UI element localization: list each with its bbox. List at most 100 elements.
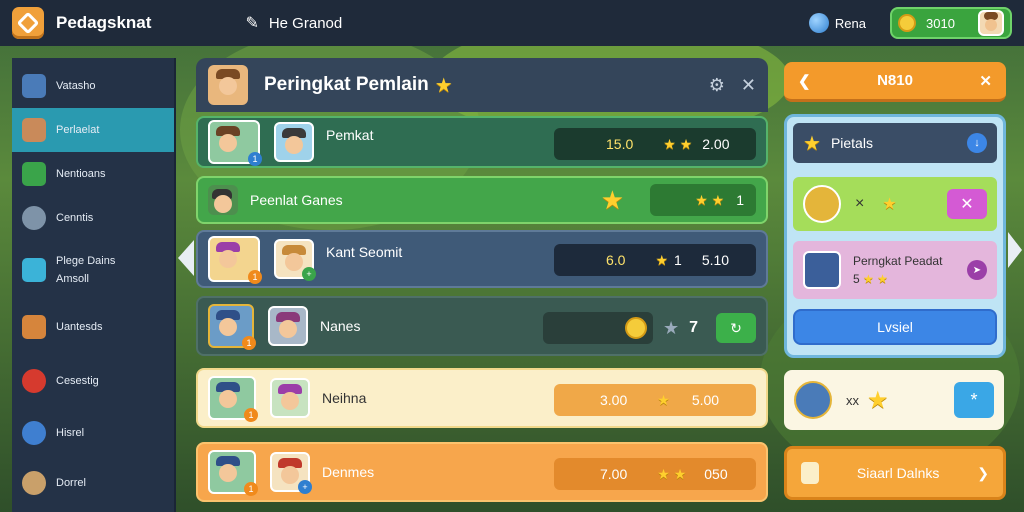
user-label[interactable]: Rena bbox=[835, 16, 866, 31]
star-icon: ★ ★ bbox=[695, 191, 725, 208]
leaderboard-row[interactable]: 1 Pemkat 15.0 ★ ★ 2.00 bbox=[196, 116, 768, 168]
navigator-label: N810 bbox=[877, 72, 913, 89]
leaderboard-row[interactable]: 1 + Kant Seomit 6.0 ★ 1 5.10 bbox=[196, 230, 768, 288]
smiley-coin-icon bbox=[624, 317, 647, 339]
leaderboard-row[interactable]: 1 Neihna 3.00 ★ 5.00 bbox=[196, 368, 768, 428]
chevron-left-icon[interactable]: ❮ bbox=[798, 72, 811, 90]
star-icon: ★ bbox=[434, 74, 453, 97]
coin-balance[interactable]: 3010 bbox=[890, 7, 1012, 39]
player-avatar: 1 bbox=[208, 450, 258, 496]
reward-card[interactable]: Perngkat Peadat 5 ★ ★ ➤ bbox=[793, 241, 997, 299]
sidebar-item[interactable]: Plege Dains Amsoll bbox=[12, 240, 174, 300]
player-avatar: + bbox=[270, 452, 312, 494]
details-header: ★ Pietals ↓ bbox=[793, 123, 997, 163]
sidebar-item[interactable]: Cesestig bbox=[12, 354, 174, 408]
sidebar-icon bbox=[22, 206, 46, 230]
sidebar-icon bbox=[22, 421, 46, 445]
player-points: 1 bbox=[736, 192, 744, 208]
sidebar-item[interactable]: Hisrel bbox=[12, 408, 174, 458]
start-button-label: Siaarl Dalnks bbox=[856, 465, 940, 481]
sidebar-icon bbox=[22, 118, 46, 142]
player-name: Denmes bbox=[322, 464, 375, 480]
reward-image bbox=[803, 251, 841, 289]
coin-icon bbox=[898, 14, 916, 32]
close-icon[interactable]: ✕ bbox=[979, 72, 992, 90]
panel-avatar bbox=[208, 65, 248, 105]
sidebar-icon bbox=[22, 471, 46, 495]
star-icon: ★ ★ bbox=[663, 135, 693, 152]
bonus-card[interactable]: xx ★ * bbox=[784, 370, 1004, 430]
reward-title: Perngkat Peadat bbox=[853, 254, 943, 268]
sidebar-item[interactable]: Nentioans bbox=[12, 152, 174, 196]
player-avatar bbox=[268, 306, 308, 346]
sidebar-item[interactable]: Cenntis bbox=[12, 196, 174, 240]
sidebar-item-label: Vatasho bbox=[56, 80, 96, 92]
player-avatar bbox=[208, 185, 238, 215]
score-pill: 7.00 ★ ★ 050 bbox=[554, 458, 756, 490]
app-logo bbox=[12, 7, 44, 39]
player-points: 2.00 bbox=[702, 136, 730, 152]
score-pill bbox=[542, 312, 653, 344]
player-points: 050 bbox=[704, 466, 728, 482]
player-avatar: 1 bbox=[208, 304, 256, 350]
leaderboard-row[interactable]: 1 Nanes ★ 7 ↻ bbox=[196, 296, 768, 356]
player-name: Pemkat bbox=[326, 127, 374, 143]
coin-value: 3010 bbox=[926, 15, 955, 31]
start-button[interactable]: Siaarl Dalnks ❯ bbox=[784, 446, 1006, 500]
sidebar-item-label: Hisrel bbox=[56, 427, 85, 439]
player-name: Neihna bbox=[322, 390, 367, 406]
player-avatar bbox=[274, 122, 314, 162]
add-button[interactable]: * bbox=[954, 382, 994, 418]
close-icon[interactable]: ✕ bbox=[741, 75, 756, 96]
player-avatar bbox=[803, 185, 841, 223]
scroll-left-arrow-icon[interactable] bbox=[178, 240, 194, 276]
player-rank: 1 bbox=[674, 252, 682, 268]
share-icon[interactable]: ➤ bbox=[967, 260, 987, 280]
player-score: 7.00 bbox=[600, 466, 628, 482]
gear-icon[interactable]: ⚙ bbox=[709, 75, 725, 96]
level-button[interactable]: Lvsiel bbox=[793, 309, 997, 345]
sidebar-item-label: Dorrel bbox=[56, 477, 86, 489]
scroll-right-arrow-icon[interactable] bbox=[1008, 232, 1022, 268]
sidebar-icon bbox=[22, 369, 46, 393]
reward-card[interactable]: × ★ ✕ bbox=[793, 177, 997, 231]
profile-avatar[interactable] bbox=[978, 10, 1004, 36]
globe-icon[interactable] bbox=[808, 13, 829, 33]
refresh-button[interactable]: ↻ bbox=[716, 313, 756, 343]
bag-icon bbox=[801, 462, 819, 484]
player-points: 5.00 bbox=[691, 392, 720, 408]
player-score: 6.0 bbox=[606, 252, 626, 268]
remove-button[interactable]: ✕ bbox=[947, 189, 987, 219]
sidebar: Vatasho Perlaelat Nentioans Cenntis Pleg… bbox=[12, 58, 176, 512]
star-icon: ★ bbox=[867, 386, 889, 414]
app-title: Pedagsknat bbox=[56, 13, 152, 32]
navigator-bar: ❮ N810 ✕ bbox=[784, 62, 1006, 102]
sidebar-item[interactable]: Uantesds bbox=[12, 300, 174, 354]
leaderboard-row[interactable]: Peenlat Ganes ★ ★ ★ 1 bbox=[196, 176, 768, 224]
edit-icon[interactable]: ✎ bbox=[245, 13, 258, 33]
sidebar-icon bbox=[22, 162, 46, 186]
score-pill: ★ ★ 1 bbox=[650, 184, 756, 216]
star-icon: ★ ★ bbox=[863, 272, 888, 286]
sidebar-item-active[interactable]: Perlaelat bbox=[12, 108, 174, 152]
star-icon: ★ bbox=[662, 317, 680, 338]
leaderboard-panel: Peringkat Pemlain ★ ⚙ ✕ 1 Pemkat 15.0 ★ … bbox=[196, 58, 768, 512]
star-icon: ★ bbox=[657, 391, 670, 408]
player-score: 15.0 bbox=[606, 136, 634, 152]
details-panel: ★ Pietals ↓ × ★ ✕ Perngkat Peadat 5 ★ ★ … bbox=[784, 114, 1006, 358]
bonus-label: xx bbox=[846, 392, 859, 408]
edit-label[interactable]: He Granod bbox=[269, 15, 342, 32]
player-avatar bbox=[270, 378, 310, 418]
player-name: Peenlat Ganes bbox=[250, 192, 343, 208]
star-icon: ★ bbox=[600, 184, 624, 215]
info-icon[interactable]: ↓ bbox=[967, 133, 987, 153]
star-icon: ★ ★ bbox=[657, 465, 687, 482]
leaderboard-row[interactable]: 1 + Denmes 7.00 ★ ★ 050 bbox=[196, 442, 768, 502]
star-icon: ★ bbox=[882, 196, 897, 213]
sidebar-item[interactable]: Dorrel bbox=[12, 458, 174, 508]
sidebar-icon bbox=[22, 74, 46, 98]
star-icon: ★ bbox=[655, 251, 669, 268]
player-score: 3.00 bbox=[600, 392, 628, 408]
sidebar-item[interactable]: Vatasho bbox=[12, 64, 174, 108]
sidebar-item-label: Perlaelat bbox=[56, 124, 100, 136]
